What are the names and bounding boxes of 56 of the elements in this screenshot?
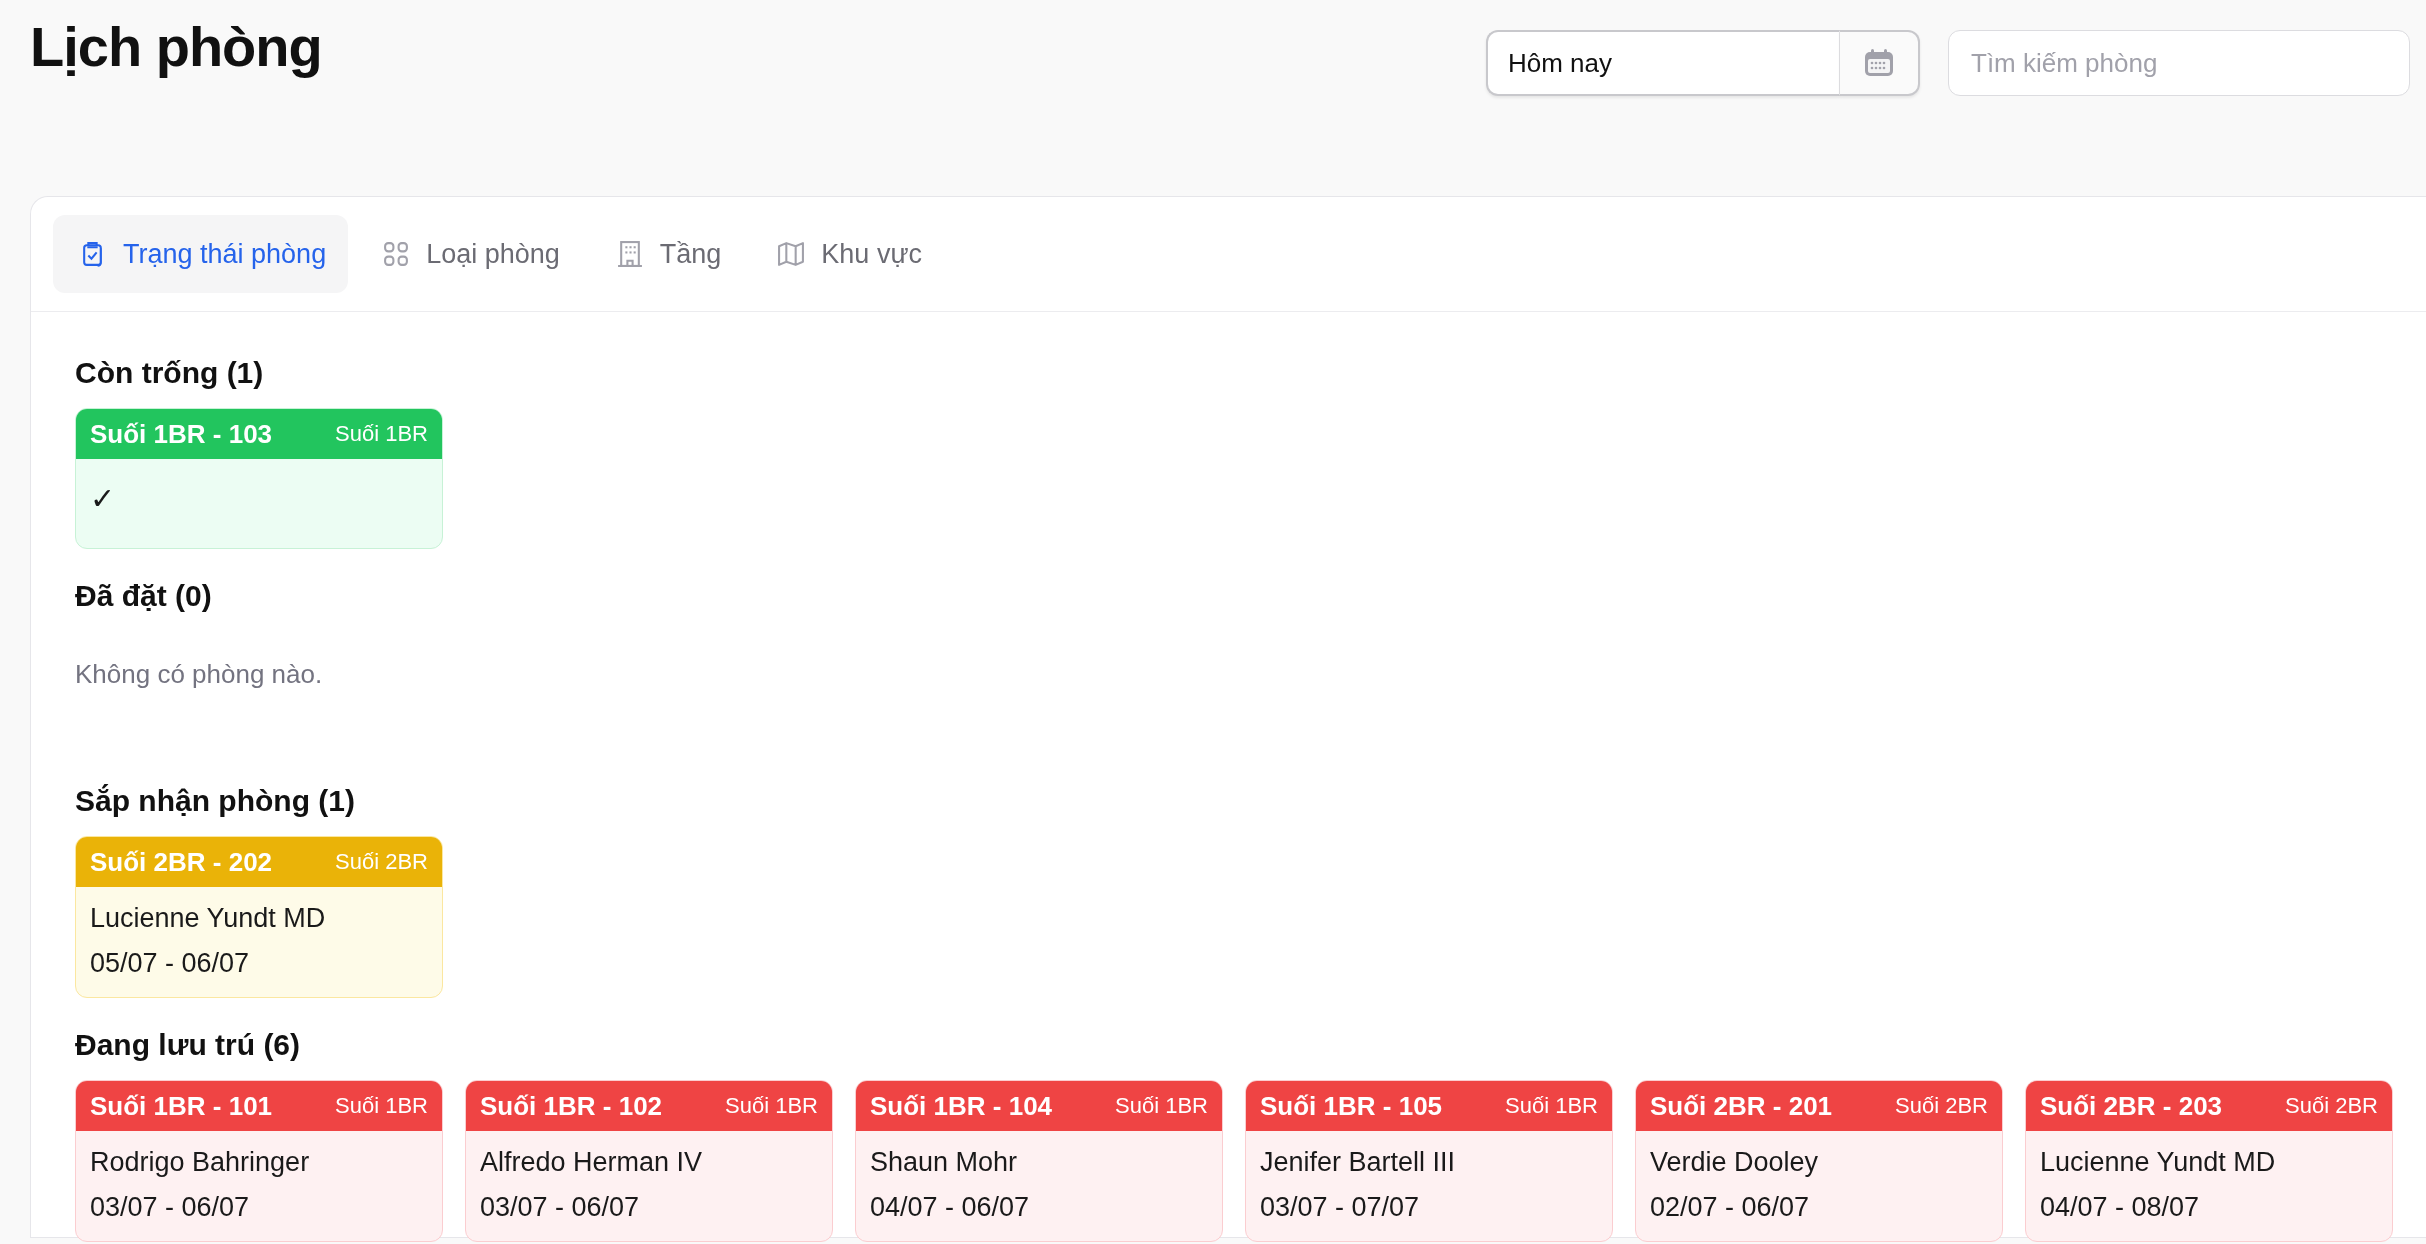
tab[interactable]: Loại phòng	[356, 215, 582, 293]
grid-icon	[382, 240, 411, 268]
room-type: Suối 2BR	[1895, 1093, 1988, 1119]
guest-name: Jenifer Bartell III	[1260, 1147, 1457, 1178]
room-name: Suối 1BR - 104	[870, 1090, 1053, 1122]
room-type: Suối 1BR	[725, 1093, 818, 1119]
check-mark: ✓	[90, 481, 116, 517]
room-name: Suối 2BR - 203	[2040, 1090, 2223, 1122]
map-icon	[777, 240, 806, 268]
date-field[interactable]: Hôm nay	[1486, 30, 1840, 96]
tab[interactable]: Trạng thái phòng	[53, 215, 349, 293]
section-heading: Đã đặt (0)	[75, 579, 213, 613]
stay-dates: 03/07 - 07/07	[1260, 1192, 1421, 1223]
stay-dates: 03/07 - 06/07	[90, 1192, 251, 1223]
section-heading: Đang lưu trú (6)	[75, 1028, 302, 1062]
room-card[interactable]: Suối 2BR - 203 Suối 2BR Lucienne Yundt MD 04/07 - 08/07	[2025, 1080, 2393, 1242]
guest-name: Alfredo Herman IV	[480, 1147, 704, 1178]
room-type: Suối 1BR	[335, 421, 428, 447]
room-name: Suối 2BR - 202	[90, 846, 273, 878]
room-card[interactable]: Suối 2BR - 202 Suối 2BR Lucienne Yundt MD 05/07 - 06/07	[75, 836, 443, 998]
room-type: Suối 2BR	[335, 849, 428, 875]
stay-dates: 02/07 - 06/07	[1650, 1192, 1811, 1223]
room-card[interactable]: Suối 1BR - 103 Suối 1BR ✓	[75, 408, 443, 549]
section-heading: Sắp nhận phòng (1)	[75, 784, 356, 818]
stay-dates: 04/07 - 06/07	[870, 1192, 1031, 1223]
room-name: Suối 1BR - 101	[90, 1090, 273, 1122]
room-name: Suối 1BR - 105	[1260, 1090, 1443, 1122]
empty-message: Không có phòng nào.	[75, 659, 324, 690]
room-type: Suối 1BR	[1115, 1093, 1208, 1119]
guest-name: Verdie Dooley	[1650, 1147, 1820, 1178]
guest-name: Lucienne Yundt MD	[90, 903, 327, 934]
room-card[interactable]: Suối 1BR - 102 Suối 1BR Alfredo Herman IV 03/07 - 06/07	[465, 1080, 833, 1242]
room-type: Suối 1BR	[1505, 1093, 1598, 1119]
stay-dates: 04/07 - 08/07	[2040, 1192, 2201, 1223]
room-type: Suối 1BR	[335, 1093, 428, 1119]
building-icon	[615, 240, 644, 268]
room-type: Suối 2BR	[2285, 1093, 2378, 1119]
stay-dates: 03/07 - 06/07	[480, 1192, 641, 1223]
room-card[interactable]: Suối 2BR - 201 Suối 2BR Verdie Dooley 02/07 - 06/07	[1635, 1080, 2003, 1242]
tab[interactable]: Tầng	[589, 215, 744, 293]
stay-dates: 05/07 - 06/07	[90, 948, 251, 979]
room-name: Suối 2BR - 201	[1650, 1090, 1833, 1122]
room-name: Suối 1BR - 102	[480, 1090, 663, 1122]
room-card[interactable]: Suối 1BR - 104 Suối 1BR Shaun Mohr 04/07 - 06/07	[855, 1080, 1223, 1242]
calendar-button[interactable]	[1840, 30, 1920, 96]
section-heading: Còn trống (1)	[75, 356, 265, 390]
room-card[interactable]: Suối 1BR - 101 Suối 1BR Rodrigo Bahringer 03/07 - 06/07	[75, 1080, 443, 1242]
search-field[interactable]: Tìm kiếm phòng	[1948, 30, 2410, 96]
calendar-icon	[1863, 48, 1895, 78]
guest-name: Lucienne Yundt MD	[2040, 1147, 2277, 1178]
guest-name: Shaun Mohr	[870, 1147, 1019, 1178]
tab[interactable]: Khu vực	[751, 215, 944, 293]
page-title: Lịch phòng	[30, 14, 322, 79]
room-name: Suối 1BR - 103	[90, 418, 273, 450]
guest-name: Rodrigo Bahringer	[90, 1147, 311, 1178]
room-card[interactable]: Suối 1BR - 105 Suối 1BR Jenifer Bartell III 03/07 - 07/07	[1245, 1080, 1613, 1242]
